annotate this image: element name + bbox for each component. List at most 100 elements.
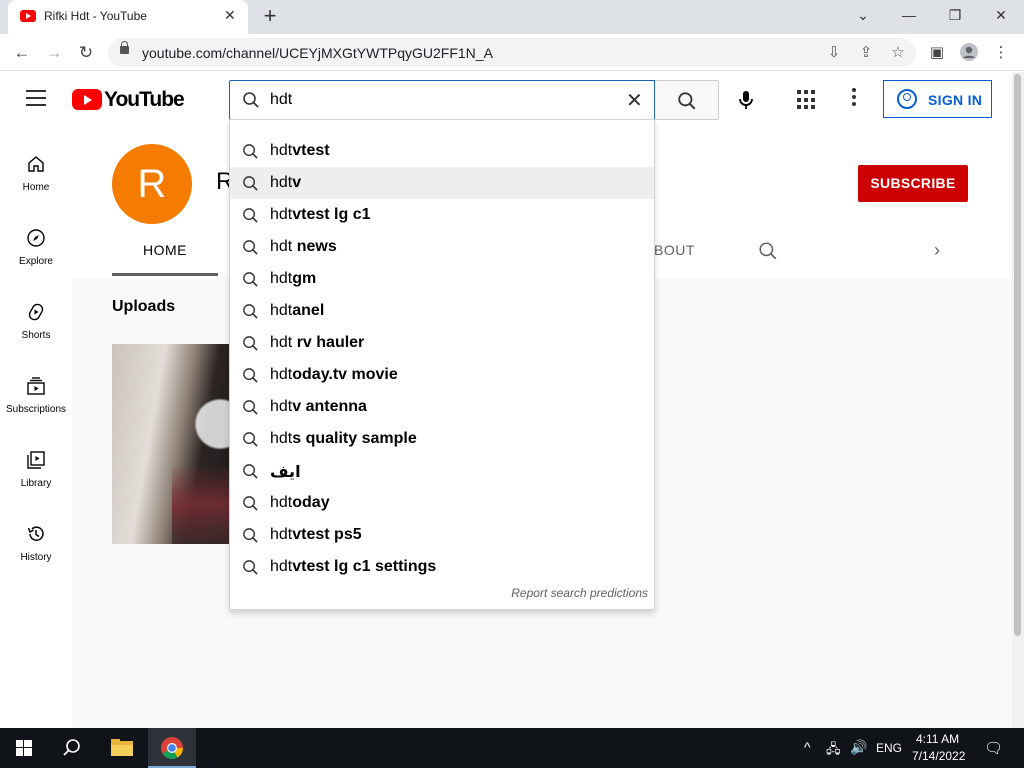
window-close-button[interactable]: ✕ bbox=[986, 4, 1016, 26]
suggestion-text: hdts quality sample bbox=[270, 430, 417, 448]
chrome-taskbar-button[interactable] bbox=[148, 728, 196, 768]
suggestion-completion: vtest ps5 bbox=[292, 526, 362, 543]
apps-grid-icon[interactable] bbox=[797, 90, 817, 110]
search-icon bbox=[243, 144, 258, 159]
scrollbar-thumb[interactable] bbox=[1014, 74, 1021, 636]
sign-in-label: SIGN IN bbox=[928, 92, 983, 108]
suggestion-completion: oday.tv movie bbox=[292, 366, 398, 383]
suggestion-item[interactable]: hdtanel bbox=[230, 295, 654, 327]
search-box[interactable]: ✕ bbox=[229, 80, 655, 120]
suggestion-prefix: hdt bbox=[270, 398, 293, 415]
logo-text: YouTube bbox=[104, 88, 185, 111]
sidebar-item-subscriptions[interactable]: Subscriptions bbox=[0, 366, 72, 440]
hamburger-menu-icon[interactable] bbox=[26, 90, 46, 106]
minimize-button[interactable]: — bbox=[894, 4, 924, 26]
share-icon[interactable]: ⇪ bbox=[856, 43, 876, 63]
clear-search-icon[interactable]: ✕ bbox=[626, 88, 643, 113]
suggestion-completion: vtest bbox=[292, 142, 330, 159]
suggestion-prefix: hdt bbox=[270, 302, 293, 319]
tab-about[interactable]: BOUT bbox=[654, 242, 695, 258]
profile-icon[interactable] bbox=[958, 42, 980, 64]
account-icon bbox=[897, 89, 917, 109]
notifications-icon[interactable]: 🗨 bbox=[984, 739, 1003, 757]
lock-icon bbox=[120, 41, 129, 54]
reload-button[interactable]: ↻ bbox=[74, 41, 98, 65]
search-icon bbox=[243, 496, 258, 511]
tab-close-icon[interactable]: ✕ bbox=[224, 7, 236, 24]
clock-time[interactable]: 4:11 AM bbox=[916, 732, 959, 746]
suggestion-prefix: hdt bbox=[270, 142, 293, 159]
volume-icon[interactable]: 🔊 bbox=[850, 739, 867, 756]
uploads-heading[interactable]: Uploads bbox=[112, 298, 175, 316]
suggestion-completion: rv hauler bbox=[292, 334, 365, 351]
sidebar-item-history[interactable]: History bbox=[0, 514, 72, 588]
side-panel-icon[interactable]: ▣ bbox=[926, 42, 948, 64]
search-icon bbox=[243, 400, 258, 415]
channel-search-icon[interactable] bbox=[758, 241, 778, 261]
sidebar-item-shorts[interactable]: Shorts bbox=[0, 292, 72, 366]
search-button[interactable] bbox=[655, 80, 719, 120]
sidebar-item-label: Shorts bbox=[21, 330, 51, 341]
suggestion-item[interactable]: hdtoday bbox=[230, 487, 654, 519]
file-explorer-button[interactable] bbox=[98, 728, 146, 768]
sidebar-item-explore[interactable]: Explore bbox=[0, 218, 72, 292]
search-suggestions-dropdown: hdtvtest hdtv hdtvtest lg c1 hdt news hdtgm h… bbox=[229, 119, 655, 610]
suggestion-item[interactable]: hdtvtest ps5 bbox=[230, 519, 654, 551]
report-search-predictions-link[interactable]: Report search predictions bbox=[511, 586, 648, 600]
suggestion-completion: vtest lg c1 bbox=[292, 206, 371, 223]
suggestion-item[interactable]: hdtvtest lg c1 settings bbox=[230, 551, 654, 583]
browser-tab[interactable]: Rifki Hdt - YouTube ✕ bbox=[8, 0, 248, 34]
suggestion-item[interactable]: hdtv antenna bbox=[230, 391, 654, 423]
install-app-icon[interactable]: ⇩ bbox=[824, 43, 844, 63]
microphone-icon[interactable] bbox=[734, 88, 758, 112]
sidebar-item-library[interactable]: Library bbox=[0, 440, 72, 514]
suggestion-completion: ايف bbox=[270, 464, 301, 481]
settings-menu-icon[interactable] bbox=[844, 88, 864, 112]
search-icon bbox=[243, 92, 259, 108]
chrome-menu-icon[interactable]: ⋮ bbox=[990, 42, 1012, 64]
forward-button[interactable]: → bbox=[42, 41, 66, 65]
back-button[interactable]: ← bbox=[10, 41, 34, 65]
video-thumbnail[interactable] bbox=[112, 344, 232, 544]
tab-search-chevron-icon[interactable]: ⌄ bbox=[848, 4, 878, 26]
network-icon[interactable]: 🖧 bbox=[826, 740, 841, 762]
browser-tab-strip: Rifki Hdt - YouTube ✕ + ⌄ — ❐ ✕ bbox=[0, 0, 1024, 34]
suggestion-item[interactable]: hdtvtest lg c1 bbox=[230, 199, 654, 231]
restore-button[interactable]: ❐ bbox=[940, 4, 970, 26]
address-bar[interactable]: youtube.com/channel/UCEYjMXGtYWTPqyGU2FF… bbox=[108, 38, 916, 67]
new-tab-button[interactable]: + bbox=[258, 4, 282, 28]
clock-date[interactable]: 7/14/2022 bbox=[912, 749, 965, 763]
suggestion-item[interactable]: hdtv bbox=[230, 167, 654, 199]
sign-in-button[interactable]: SIGN IN bbox=[883, 80, 992, 118]
suggestion-item[interactable]: hdt rv hauler bbox=[230, 327, 654, 359]
suggestion-item[interactable]: hdts quality sample bbox=[230, 423, 654, 455]
chevron-right-icon[interactable]: › bbox=[934, 240, 940, 261]
search-icon bbox=[243, 528, 258, 543]
bookmark-star-icon[interactable]: ☆ bbox=[888, 43, 908, 63]
folder-icon bbox=[111, 739, 133, 756]
start-button[interactable] bbox=[0, 728, 48, 768]
compass-icon bbox=[26, 228, 46, 248]
youtube-page: YouTube ✕ SIGN IN Home Explore Shorts Subsc… bbox=[0, 72, 1012, 728]
suggestion-item[interactable]: hdtvtest bbox=[230, 135, 654, 167]
suggestion-text: hdtoday.tv movie bbox=[270, 366, 398, 384]
suggestion-prefix: hdt bbox=[270, 206, 293, 223]
search-icon bbox=[243, 304, 258, 319]
sidebar-item-home[interactable]: Home bbox=[0, 144, 72, 218]
suggestion-completion: news bbox=[292, 238, 337, 255]
suggestion-item[interactable]: hdtoday.tv movie bbox=[230, 359, 654, 391]
suggestion-item[interactable]: hdt news bbox=[230, 231, 654, 263]
suggestion-item[interactable]: ايف bbox=[230, 455, 654, 487]
show-hidden-icons-chevron-icon[interactable]: ^ bbox=[804, 739, 811, 755]
subscribe-button[interactable]: SUBSCRIBE bbox=[858, 165, 968, 202]
search-input[interactable] bbox=[270, 89, 610, 111]
input-language[interactable]: ENG bbox=[876, 741, 902, 755]
channel-avatar[interactable]: R bbox=[112, 144, 192, 224]
tab-home[interactable]: HOME bbox=[112, 242, 218, 276]
taskbar-search-button[interactable] bbox=[48, 728, 96, 768]
search-icon bbox=[243, 240, 258, 255]
home-icon bbox=[26, 154, 46, 174]
suggestion-item[interactable]: hdtgm bbox=[230, 263, 654, 295]
sidebar-item-label: Subscriptions bbox=[5, 404, 67, 415]
suggestion-text: hdtvtest ps5 bbox=[270, 526, 362, 544]
